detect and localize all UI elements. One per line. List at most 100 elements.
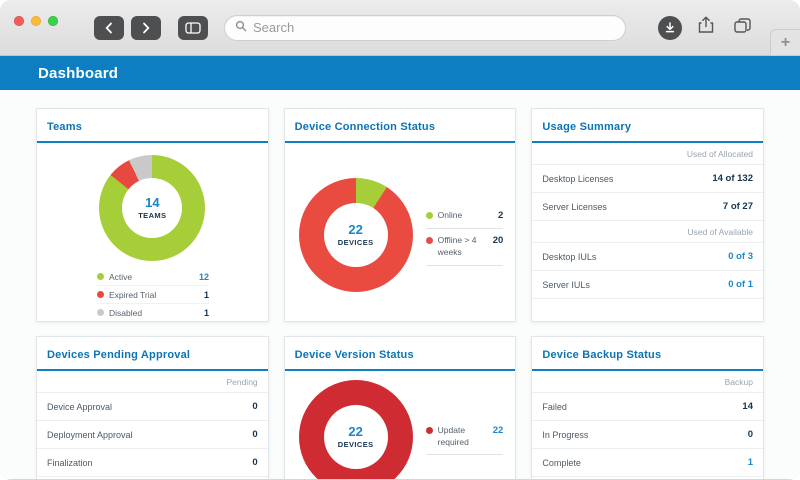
legend-label: Expired Trial: [109, 289, 157, 300]
donut-center: 22 DEVICES: [323, 203, 388, 267]
card-header: Device Connection Status: [284, 109, 516, 143]
table-row: Failed 14: [532, 393, 763, 421]
backup-table: Backup Failed 14 In Progress 0 Complete …: [532, 371, 763, 477]
forward-button[interactable]: [131, 15, 161, 40]
search-input[interactable]: [253, 20, 615, 35]
table-row: Desktop IULs 0 of 3: [532, 243, 763, 271]
legend-value: 2: [498, 210, 504, 222]
legend-value[interactable]: 12: [199, 272, 209, 282]
sidebar-icon: [185, 21, 201, 34]
share-button[interactable]: [692, 15, 720, 41]
card-header: Devices Pending Approval: [37, 337, 268, 371]
row-label: Server Licenses: [542, 201, 607, 212]
row-value[interactable]: 1: [748, 457, 753, 468]
row-value[interactable]: 0 of 1: [728, 279, 753, 290]
table-row: Server Licenses 7 of 27: [532, 193, 763, 221]
row-label: In Progress: [542, 429, 589, 440]
minimize-window-button[interactable]: [31, 15, 41, 26]
legend-value[interactable]: 22: [493, 425, 504, 436]
table-row: Complete 1: [532, 449, 763, 477]
table-group-header: Pending: [37, 371, 268, 393]
connection-donut-chart[interactable]: 22 DEVICES: [298, 178, 413, 292]
update-required-dot-icon: [425, 426, 433, 434]
legend-value: 1: [203, 307, 209, 318]
connection-card-body: 22 DEVICES Online 2 Offline > 4 weeks 20: [285, 143, 516, 321]
tabs-icon: [733, 17, 751, 38]
row-label: Server IULs: [542, 279, 590, 290]
app-header: Dashboard: [0, 56, 800, 90]
card-usage-summary: Usage Summary Used of Allocated Desktop …: [531, 108, 764, 322]
tab-overview-button[interactable]: [728, 15, 756, 41]
row-value: 14 of 132: [712, 173, 753, 184]
legend-label: Update required: [437, 424, 469, 447]
row-value[interactable]: 0 of 3: [728, 251, 753, 262]
browser-toolbar: +: [0, 0, 800, 56]
legend-value: 20: [492, 235, 504, 247]
chevron-right-icon: [141, 22, 151, 34]
card-title: Teams: [47, 121, 83, 133]
online-dot-icon: [425, 212, 433, 220]
card-device-backup-status: Device Backup Status Backup Failed 14 In…: [531, 336, 764, 479]
legend-label: Offline > 4 weeks: [437, 235, 477, 257]
new-tab-button[interactable]: +: [770, 29, 800, 56]
donut-center-value: 22: [348, 424, 363, 440]
card-device-connection-status: Device Connection Status 22 DEVICES Onli…: [283, 108, 517, 322]
pending-table: Pending Device Approval 0 Deployment App…: [37, 371, 268, 477]
row-value: 7 of 27: [722, 201, 753, 212]
card-header: Usage Summary: [532, 109, 763, 143]
table-row: In Progress 0: [532, 421, 763, 449]
donut-center-label: TEAMS: [138, 210, 167, 220]
chevron-left-icon: [104, 22, 114, 34]
card-title: Devices Pending Approval: [47, 349, 191, 361]
table-row: Finalization 0: [37, 449, 268, 477]
offline-dot-icon: [425, 237, 433, 245]
legend-value: 1: [203, 289, 209, 300]
connection-legend: Online 2 Offline > 4 weeks 20: [425, 204, 504, 266]
legend-label: Active: [109, 271, 133, 282]
active-dot-icon: [97, 273, 104, 280]
row-value: 0: [252, 429, 258, 440]
table-row: Server IULs 0 of 1: [532, 271, 763, 299]
version-legend: Update required 22: [425, 419, 504, 456]
legend-label: Disabled: [109, 307, 143, 318]
close-window-button[interactable]: [14, 15, 24, 26]
card-grid: Teams 14 TEAMS Active 12 Expired Trial 1…: [36, 108, 764, 479]
share-icon: [698, 16, 714, 39]
donut-center: 14 TEAMS: [122, 178, 183, 238]
donut-center-value: 14: [145, 195, 160, 211]
search-icon: [235, 19, 247, 37]
donut-center: 22 DEVICES: [323, 405, 388, 469]
expired-dot-icon: [97, 291, 104, 298]
teams-legend: Active 12 Expired Trial 1 Disabled 1: [97, 268, 209, 321]
sidebar-toggle-button[interactable]: [178, 15, 208, 40]
downloads-button[interactable]: [656, 15, 684, 41]
card-title: Device Backup Status: [542, 349, 662, 361]
card-devices-pending-approval: Devices Pending Approval Pending Device …: [36, 336, 269, 479]
table-group-header: Used of Allocated: [532, 143, 763, 165]
row-value: 0: [252, 401, 258, 412]
teams-donut-chart[interactable]: 14 TEAMS: [99, 155, 206, 261]
row-label: Desktop IULs: [542, 251, 597, 262]
address-search-bar[interactable]: [224, 14, 626, 41]
table-group-header: Used of Available: [532, 221, 763, 243]
window-controls: [14, 15, 58, 26]
zoom-window-button[interactable]: [48, 15, 58, 26]
legend-item: Expired Trial 1: [97, 286, 209, 304]
table-row: Desktop Licenses 14 of 132: [532, 165, 763, 193]
table-group-header: Backup: [532, 371, 763, 393]
row-label: Finalization: [47, 457, 93, 468]
page-title: Dashboard: [38, 64, 119, 82]
card-header: Teams: [37, 109, 268, 143]
back-button[interactable]: [94, 15, 124, 40]
legend-item: Active 12: [97, 268, 209, 286]
table-row: Deployment Approval 0: [37, 421, 268, 449]
row-label: Desktop Licenses: [542, 173, 614, 184]
row-label: Failed: [542, 401, 567, 412]
browser-window: + Dashboard Teams 14 TEAMS: [0, 0, 800, 480]
donut-center-label: DEVICES: [337, 439, 374, 449]
card-device-version-status: Device Version Status 22 DEVICES Update …: [283, 336, 517, 479]
donut-center-label: DEVICES: [337, 237, 374, 247]
version-donut-chart[interactable]: 22 DEVICES: [298, 380, 413, 479]
download-icon: [658, 15, 682, 40]
disabled-dot-icon: [97, 309, 104, 316]
